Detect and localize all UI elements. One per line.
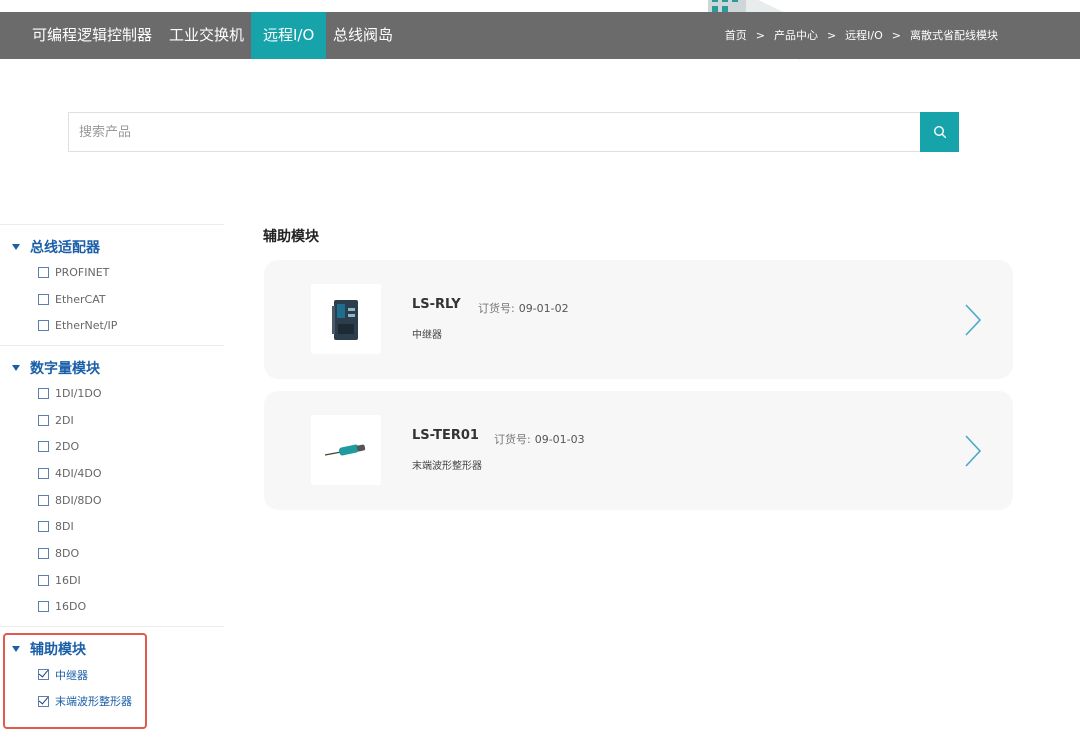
filter-sidebar: 总线适配器 PROFINET EtherCAT EtherNet/IP 数字量模… bbox=[0, 224, 224, 721]
product-description: 中继器 bbox=[412, 330, 442, 341]
filter-group-bus-adapter: 总线适配器 PROFINET EtherCAT EtherNet/IP bbox=[0, 224, 224, 345]
filter-group-auxiliary-module: 辅助模块 中继器 末端波形整形器 bbox=[0, 626, 224, 720]
caret-down-icon bbox=[12, 646, 20, 653]
filter-option-label: 末端波形整形器 bbox=[55, 695, 132, 709]
filter-option-repeater[interactable]: 中继器 bbox=[0, 661, 224, 688]
order-number-label: 订货号: bbox=[478, 302, 515, 315]
checkbox[interactable] bbox=[38, 320, 49, 332]
filter-group-title: 辅助模块 bbox=[30, 642, 86, 659]
filter-group-header[interactable]: 数字量模块 bbox=[0, 356, 224, 380]
search-bar bbox=[68, 112, 920, 152]
checkbox[interactable] bbox=[38, 521, 49, 533]
filter-group-title: 数字量模块 bbox=[30, 361, 100, 378]
search-button[interactable] bbox=[920, 112, 959, 152]
breadcrumb-separator: > bbox=[826, 29, 837, 42]
filter-option-label: 8DI/8DO bbox=[55, 493, 102, 507]
breadcrumb-current: 离散式省配线模块 bbox=[910, 29, 998, 42]
chevron-right-icon[interactable] bbox=[963, 303, 983, 337]
checkbox[interactable] bbox=[38, 601, 49, 613]
product-order-number: 订货号: 09-01-03 bbox=[494, 431, 585, 447]
checkbox[interactable] bbox=[38, 387, 49, 399]
breadcrumb-separator: > bbox=[755, 29, 765, 42]
filter-option-label: 2DI bbox=[55, 413, 74, 427]
product-card-ls-rly[interactable]: LS-RLY 订货号: 09-01-02 中继器 bbox=[264, 260, 1013, 379]
filter-option-terminator[interactable]: 末端波形整形器 bbox=[0, 688, 224, 715]
filter-option-4di-4do[interactable]: 4DI/4DO bbox=[0, 460, 224, 487]
product-image bbox=[311, 284, 381, 354]
checkbox[interactable] bbox=[38, 266, 49, 278]
checkbox-checked[interactable] bbox=[38, 669, 49, 681]
filter-option-label: 8DI bbox=[55, 520, 74, 534]
order-number-value: 09-01-02 bbox=[518, 302, 569, 315]
filter-option-label: 2DO bbox=[55, 440, 80, 454]
filter-option-label: 16DO bbox=[55, 600, 87, 614]
nav-tab-remote-io[interactable]: 远程I/O bbox=[251, 12, 327, 59]
checkbox[interactable] bbox=[38, 467, 49, 479]
filter-option-label: 中继器 bbox=[55, 668, 88, 682]
filter-option-2do[interactable]: 2DO bbox=[0, 433, 224, 460]
filter-option-label: 4DI/4DO bbox=[55, 466, 102, 480]
filter-option-label: PROFINET bbox=[55, 265, 110, 279]
order-number-label: 订货号: bbox=[494, 433, 531, 446]
breadcrumb-home[interactable]: 首页 bbox=[725, 29, 747, 42]
filter-option-2di[interactable]: 2DI bbox=[0, 407, 224, 434]
filter-option-8di-8do[interactable]: 8DI/8DO bbox=[0, 487, 224, 514]
filter-option-16di[interactable]: 16DI bbox=[0, 567, 224, 594]
breadcrumb-remote-io[interactable]: 远程I/O bbox=[845, 29, 883, 42]
filter-option-profinet[interactable]: PROFINET bbox=[0, 259, 224, 286]
breadcrumb-separator: > bbox=[891, 29, 901, 42]
product-model: LS-TER01 bbox=[412, 428, 479, 443]
order-number-value: 09-01-03 bbox=[534, 433, 585, 446]
filter-option-label: 1DI/1DO bbox=[55, 386, 102, 400]
checkbox[interactable] bbox=[38, 441, 49, 453]
nav-tab-industrial-switch[interactable]: 工业交换机 bbox=[157, 12, 256, 59]
filter-option-8do[interactable]: 8DO bbox=[0, 540, 224, 567]
filter-option-label: 8DO bbox=[55, 547, 80, 561]
caret-down-icon bbox=[12, 365, 20, 372]
product-order-number: 订货号: 09-01-02 bbox=[478, 300, 569, 316]
filter-option-16do[interactable]: 16DO bbox=[0, 594, 224, 621]
checkbox[interactable] bbox=[38, 414, 49, 426]
nav-tab-valve-island[interactable]: 总线阀岛 bbox=[321, 12, 405, 59]
search-input[interactable] bbox=[69, 113, 920, 151]
filter-option-1di-1do[interactable]: 1DI/1DO bbox=[0, 380, 224, 407]
filter-option-8di[interactable]: 8DI bbox=[0, 514, 224, 541]
search-icon bbox=[933, 125, 946, 139]
checkbox[interactable] bbox=[38, 293, 49, 305]
top-nav-bar: 可编程逻辑控制器 工业交换机 远程I/O 总线阀岛 首页 > 产品中心 > 远程I/O >… bbox=[0, 12, 1080, 59]
caret-down-icon bbox=[12, 244, 20, 250]
product-description: 末端波形整形器 bbox=[412, 461, 482, 472]
checkbox[interactable] bbox=[38, 548, 49, 560]
section-title: 辅助模块 bbox=[263, 229, 319, 245]
filter-group-header[interactable]: 总线适配器 bbox=[0, 235, 224, 259]
checkbox[interactable] bbox=[38, 574, 49, 586]
filter-option-ethernet-ip[interactable]: EtherNet/IP bbox=[0, 312, 224, 339]
filter-group-header[interactable]: 辅助模块 bbox=[0, 637, 224, 661]
product-model: LS-RLY bbox=[412, 297, 461, 312]
chevron-right-icon[interactable] bbox=[963, 434, 983, 468]
checkbox-checked[interactable] bbox=[38, 695, 49, 707]
filter-group-digital-module: 数字量模块 1DI/1DO 2DI 2DO 4DI/4DO 8DI/8DO 8D… bbox=[0, 345, 224, 626]
product-image bbox=[311, 415, 381, 485]
breadcrumb: 首页 > 产品中心 > 远程I/O > 离散式省配线模块 bbox=[725, 12, 998, 59]
nav-tab-plc[interactable]: 可编程逻辑控制器 bbox=[20, 12, 164, 59]
product-card-ls-ter01[interactable]: LS-TER01 订货号: 09-01-03 末端波形整形器 bbox=[264, 391, 1013, 510]
filter-option-label: 16DI bbox=[55, 573, 81, 587]
filter-option-label: EtherNet/IP bbox=[55, 319, 118, 333]
breadcrumb-product-center[interactable]: 产品中心 bbox=[774, 29, 818, 42]
filter-option-label: EtherCAT bbox=[55, 292, 106, 306]
filter-group-title: 总线适配器 bbox=[30, 240, 100, 256]
filter-option-ethercat[interactable]: EtherCAT bbox=[0, 286, 224, 313]
checkbox[interactable] bbox=[38, 494, 49, 506]
